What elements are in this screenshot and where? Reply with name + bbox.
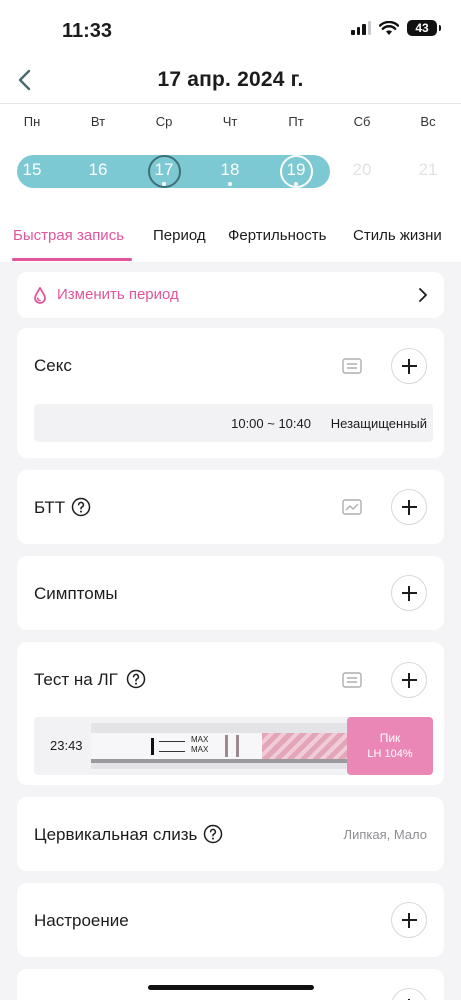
- help-icon[interactable]: [126, 669, 146, 689]
- lh-test-title: Тест на ЛГ: [34, 670, 118, 689]
- lh-result-value: LH 104%: [367, 748, 413, 760]
- weekday-thu: Чт: [222, 114, 238, 129]
- nav-header: 17 апр. 2024 г.: [0, 56, 461, 104]
- tab-lifestyle[interactable]: Стиль жизни: [353, 227, 442, 244]
- weekday-sun: Вс: [420, 114, 436, 129]
- add-sex-button[interactable]: [391, 348, 427, 384]
- date-20[interactable]: 20: [342, 160, 382, 180]
- date-21[interactable]: 21: [408, 160, 448, 180]
- active-tab-indicator: [12, 258, 132, 261]
- date-16[interactable]: 16: [78, 160, 118, 180]
- lh-test-card: Тест на ЛГ 23:43 MAX MAX Пик LH 104%: [17, 642, 444, 785]
- weekday-mon: Пн: [23, 114, 41, 129]
- help-icon[interactable]: [71, 497, 91, 517]
- cervical-mucus-value: Липкая, Мало: [343, 827, 427, 842]
- date-19[interactable]: 19: [276, 160, 316, 180]
- lh-result-label: Пик: [379, 731, 401, 745]
- note-icon[interactable]: [342, 358, 362, 374]
- tab-fertility[interactable]: Фертильность: [228, 227, 326, 244]
- weekday-fri: Пт: [288, 114, 304, 129]
- battery-icon: 43: [407, 20, 441, 36]
- wifi-icon: [379, 20, 399, 35]
- add-btt-button[interactable]: [391, 489, 427, 525]
- lh-test-time: 23:43: [50, 738, 83, 753]
- strip-max-label: MAX: [191, 735, 209, 744]
- page-title: 17 апр. 2024 г.: [157, 68, 304, 91]
- status-time: 11:33: [62, 20, 113, 42]
- mood-card: Настроение: [17, 883, 444, 957]
- tab-period[interactable]: Период: [153, 227, 206, 244]
- lh-test-result-badge: Пик LH 104%: [347, 717, 433, 775]
- add-button[interactable]: [391, 988, 427, 1000]
- sex-entry-time: 10:00 ~ 10:40: [231, 416, 311, 431]
- status-bar: 11:33 43: [0, 0, 461, 56]
- chevron-right-icon: [419, 288, 427, 302]
- add-symptoms-button[interactable]: [391, 575, 427, 611]
- btt-title: БТТ: [34, 498, 66, 517]
- record-dot: [294, 182, 298, 186]
- record-dot: [228, 182, 232, 186]
- drop-icon: [34, 287, 46, 304]
- cervical-mucus-card[interactable]: Цервикальная слизь Липкая, Мало: [17, 797, 444, 871]
- change-period-label: Изменить период: [57, 286, 179, 303]
- change-period-row[interactable]: Изменить период: [17, 272, 444, 318]
- add-lh-test-button[interactable]: [391, 662, 427, 698]
- symptoms-title: Симптомы: [34, 584, 118, 603]
- tab-bar: Быстрая запись Период Фертильность Стиль…: [0, 210, 461, 262]
- cellular-signal-icon: [351, 21, 371, 35]
- sex-entry-row[interactable]: 10:00 ~ 10:40 Незащищенный: [34, 404, 433, 442]
- add-mood-button[interactable]: [391, 902, 427, 938]
- lh-test-entry-row[interactable]: 23:43 MAX MAX Пик LH 104%: [34, 717, 433, 775]
- temperature-chart-icon[interactable]: [342, 499, 362, 515]
- date-15[interactable]: 15: [12, 160, 52, 180]
- sex-title: Секс: [34, 356, 72, 375]
- sex-card: Секс 10:00 ~ 10:40 Незащищенный: [17, 328, 444, 458]
- cervical-mucus-title: Цервикальная слизь: [34, 825, 198, 844]
- symptoms-card: Симптомы: [17, 556, 444, 630]
- help-icon[interactable]: [203, 824, 223, 844]
- home-indicator: [148, 985, 314, 990]
- weekday-wed: Ср: [155, 114, 173, 129]
- lh-test-strip-photo: MAX MAX: [91, 723, 349, 769]
- status-icons: 43: [351, 20, 441, 36]
- date-17[interactable]: 17: [144, 160, 184, 180]
- btt-card: БТТ: [17, 470, 444, 544]
- strip-max-label: MAX: [191, 745, 209, 754]
- record-dot: [162, 182, 166, 186]
- note-icon[interactable]: [342, 672, 362, 688]
- mood-title: Настроение: [34, 911, 129, 930]
- date-18[interactable]: 18: [210, 160, 250, 180]
- weekday-tue: Вт: [90, 114, 106, 129]
- tab-quick-record[interactable]: Быстрая запись: [13, 227, 124, 244]
- weekday-sat: Сб: [353, 114, 371, 129]
- sex-entry-type: Незащищенный: [330, 416, 427, 431]
